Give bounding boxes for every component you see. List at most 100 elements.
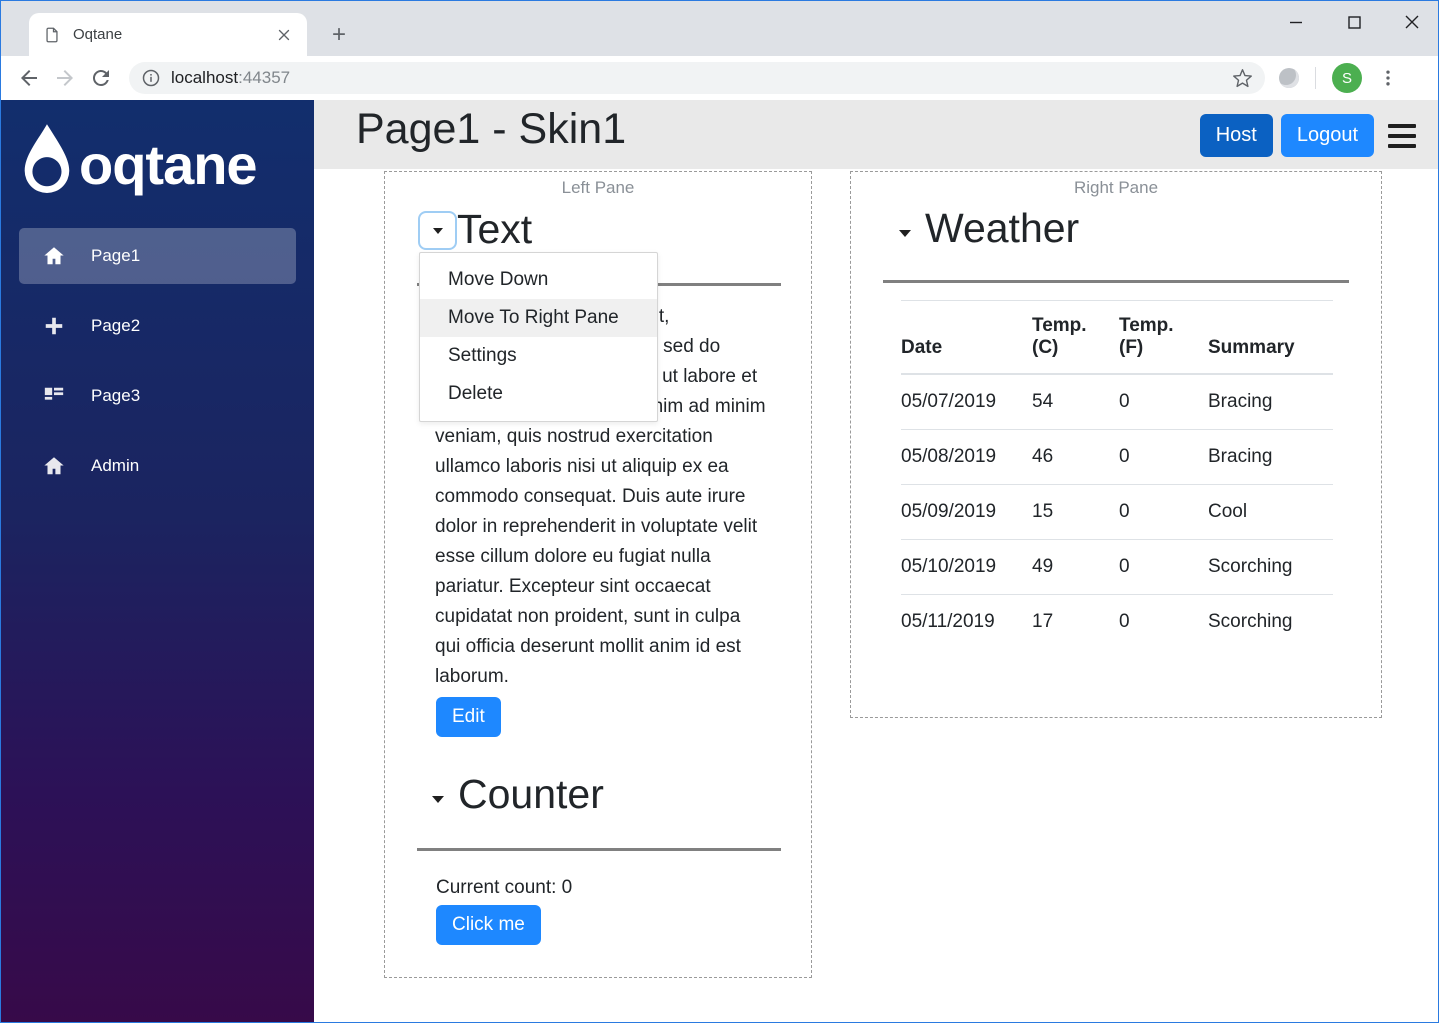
weather-module-header: Weather bbox=[899, 204, 1079, 252]
table-row: 05/10/2019 49 0 Scorching bbox=[901, 539, 1333, 595]
weather-table-body: 05/07/2019 54 0 Bracing 05/08/2019 46 0 … bbox=[901, 373, 1333, 649]
sidebar-item-label: Page1 bbox=[91, 246, 141, 265]
cell-temp-c: 54 bbox=[1032, 373, 1119, 430]
table-row: 05/07/2019 54 0 Bracing bbox=[901, 373, 1333, 430]
caret-down-icon bbox=[432, 227, 443, 234]
maximize-button[interactable] bbox=[1338, 7, 1370, 37]
sidebar-item-admin[interactable]: Admin bbox=[19, 438, 296, 494]
sidebar-item-page1[interactable]: Page1 bbox=[19, 228, 296, 284]
main-content: Page1 - Skin1 Host Logout Left Pane Text… bbox=[314, 100, 1438, 1022]
reload-icon[interactable] bbox=[89, 66, 113, 90]
address-bar[interactable]: localhost:44357 bbox=[129, 62, 1265, 94]
host-button[interactable]: Host bbox=[1199, 114, 1273, 157]
sidebar: oqtane Page1 Page2 Page3 Admin bbox=[1, 100, 314, 1022]
text-module-title: Text bbox=[457, 206, 533, 252]
sidebar-item-page3[interactable]: Page3 bbox=[19, 368, 296, 424]
cell-temp-f: 0 bbox=[1119, 594, 1208, 649]
bookmark-star-icon[interactable] bbox=[1232, 68, 1253, 89]
table-row: 05/11/2019 17 0 Scorching bbox=[901, 594, 1333, 649]
browser-menu-icon[interactable] bbox=[1378, 68, 1398, 88]
forward-icon[interactable] bbox=[53, 66, 77, 90]
url-text[interactable]: localhost:44357 bbox=[171, 68, 1232, 88]
toolbar-separator bbox=[1315, 67, 1316, 89]
tab-close-icon[interactable] bbox=[275, 26, 293, 44]
oqtane-droplet-icon bbox=[24, 124, 70, 193]
url-port: :44357 bbox=[238, 68, 291, 87]
new-tab-button[interactable]: + bbox=[326, 23, 352, 49]
page-header: Page1 - Skin1 Host Logout bbox=[314, 100, 1438, 169]
cell-temp-f: 0 bbox=[1119, 484, 1208, 540]
tab-title: Oqtane bbox=[73, 26, 123, 43]
close-button[interactable] bbox=[1396, 7, 1428, 37]
cell-date: 05/07/2019 bbox=[901, 373, 1032, 430]
list-icon bbox=[44, 387, 64, 400]
sidebar-item-page2[interactable]: Page2 bbox=[19, 298, 296, 354]
page-favicon-icon bbox=[46, 27, 58, 42]
caret-down-icon[interactable] bbox=[899, 229, 911, 237]
sidebar-nav: Page1 Page2 Page3 Admin bbox=[1, 228, 314, 494]
right-pane-label: Right Pane bbox=[1073, 178, 1159, 197]
weather-table-head: Date Temp. (C) Temp. (F) Summary bbox=[901, 300, 1333, 375]
cell-date: 05/11/2019 bbox=[901, 594, 1032, 649]
sidebar-item-label: Page2 bbox=[91, 316, 141, 335]
hamburger-menu-icon[interactable] bbox=[1388, 123, 1416, 148]
cell-summary: Scorching bbox=[1208, 539, 1333, 595]
edit-button[interactable]: Edit bbox=[436, 697, 501, 737]
cell-summary: Scorching bbox=[1208, 594, 1333, 649]
col-header-date: Date bbox=[901, 300, 1032, 375]
toolbar-right: S bbox=[1279, 63, 1398, 93]
home-icon bbox=[44, 247, 64, 265]
cell-temp-c: 15 bbox=[1032, 484, 1119, 540]
current-count-text: Current count: 0 bbox=[436, 877, 573, 898]
cell-date: 05/09/2019 bbox=[901, 484, 1032, 540]
weather-module-title: Weather bbox=[925, 205, 1080, 251]
browser-toolbar: localhost:44357 S bbox=[1, 56, 1438, 100]
cell-temp-f: 0 bbox=[1119, 429, 1208, 485]
cell-date: 05/08/2019 bbox=[901, 429, 1032, 485]
logout-button[interactable]: Logout bbox=[1280, 114, 1374, 157]
cell-date: 05/10/2019 bbox=[901, 539, 1032, 595]
oqtane-logo: oqtane bbox=[1, 100, 314, 200]
cell-temp-c: 46 bbox=[1032, 429, 1119, 485]
right-pane: Right Pane Weather Date Temp. (C) Temp. … bbox=[850, 171, 1382, 718]
counter-module-divider bbox=[417, 848, 781, 851]
profile-avatar[interactable]: S bbox=[1332, 63, 1362, 93]
menu-item-move-down[interactable]: Move Down bbox=[420, 261, 657, 299]
cell-temp-f: 0 bbox=[1119, 539, 1208, 595]
browser-tab[interactable]: Oqtane bbox=[29, 13, 307, 56]
sidebar-item-label: Admin bbox=[91, 456, 140, 475]
table-row: 05/09/2019 15 0 Cool bbox=[901, 484, 1333, 540]
cell-summary: Bracing bbox=[1208, 429, 1333, 485]
click-me-button[interactable]: Click me bbox=[436, 905, 541, 945]
oqtane-logo-text: oqtane bbox=[79, 132, 258, 196]
plus-icon bbox=[45, 317, 63, 335]
cell-summary: Cool bbox=[1208, 484, 1333, 540]
sidebar-item-label: Page3 bbox=[91, 386, 141, 405]
header-actions: Host Logout bbox=[1199, 114, 1416, 157]
counter-module-header: Counter bbox=[432, 770, 604, 818]
weather-table: Date Temp. (C) Temp. (F) Summary 05/07/2… bbox=[901, 300, 1333, 649]
browser-titlebar: Oqtane + bbox=[1, 1, 1438, 56]
site-info-icon[interactable] bbox=[141, 68, 161, 88]
counter-module-title: Counter bbox=[458, 771, 604, 817]
back-icon[interactable] bbox=[17, 66, 41, 90]
module-actions-menu: Move Down Move To Right Pane Settings De… bbox=[419, 252, 658, 422]
weather-module-divider bbox=[883, 280, 1349, 283]
extension-icon[interactable] bbox=[1279, 68, 1299, 88]
browser-window: Oqtane + localhost:44357 S oqtane Page1 … bbox=[0, 0, 1439, 1023]
page-title: Page1 - Skin1 bbox=[356, 105, 627, 153]
menu-item-delete[interactable]: Delete bbox=[420, 375, 657, 413]
cell-temp-f: 0 bbox=[1119, 373, 1208, 430]
minimize-button[interactable] bbox=[1280, 7, 1312, 37]
module-actions-dropdown-button[interactable] bbox=[418, 211, 457, 250]
menu-item-move-to-right-pane[interactable]: Move To Right Pane bbox=[420, 299, 657, 337]
cell-temp-c: 17 bbox=[1032, 594, 1119, 649]
caret-down-icon[interactable] bbox=[432, 795, 444, 803]
url-host: localhost bbox=[171, 68, 239, 87]
cell-temp-c: 49 bbox=[1032, 539, 1119, 595]
col-header-summary: Summary bbox=[1208, 300, 1333, 375]
menu-item-settings[interactable]: Settings bbox=[420, 337, 657, 375]
left-pane-label: Left Pane bbox=[561, 178, 635, 197]
text-module-header: Text bbox=[418, 205, 532, 253]
table-row: 05/08/2019 46 0 Bracing bbox=[901, 429, 1333, 485]
